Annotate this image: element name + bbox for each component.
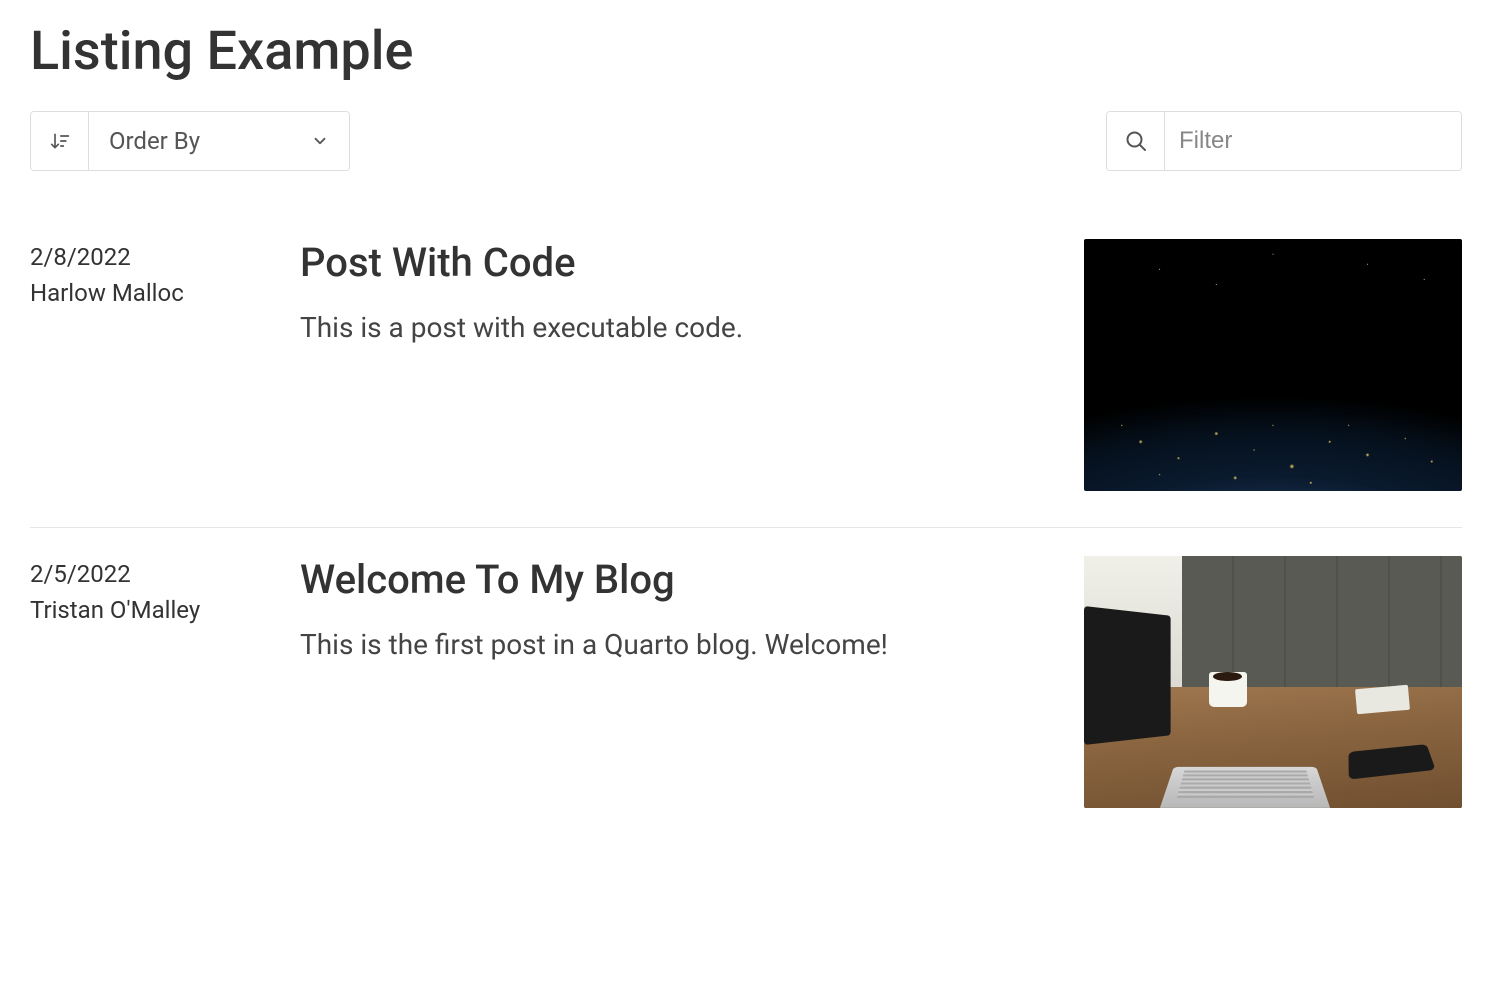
search-icon <box>1124 129 1148 153</box>
post-item[interactable]: 2/8/2022 Harlow Malloc Post With Code Th… <box>30 211 1462 528</box>
sort-button[interactable] <box>31 112 89 170</box>
chevron-down-icon <box>311 132 329 150</box>
post-thumbnail <box>1084 556 1462 808</box>
order-by-group: Order By <box>30 111 350 171</box>
post-thumbnail <box>1084 239 1462 491</box>
earth-image <box>1084 239 1462 491</box>
post-list: 2/8/2022 Harlow Malloc Post With Code Th… <box>30 211 1462 844</box>
post-body: Post With Code This is a post with execu… <box>300 239 1064 491</box>
order-by-label: Order By <box>109 127 200 155</box>
post-title: Post With Code <box>300 239 1034 286</box>
filter-group <box>1106 111 1462 171</box>
filter-input[interactable] <box>1165 112 1461 170</box>
post-item[interactable]: 2/5/2022 Tristan O'Malley Welcome To My … <box>30 528 1462 844</box>
sort-icon <box>50 131 70 151</box>
desk-image <box>1084 556 1462 808</box>
post-description: This is the first post in a Quarto blog.… <box>300 623 1034 668</box>
search-icon-cell <box>1107 112 1165 170</box>
listing-controls: Order By <box>30 111 1462 171</box>
post-meta: 2/5/2022 Tristan O'Malley <box>30 556 280 808</box>
order-by-select[interactable]: Order By <box>89 112 349 170</box>
post-date: 2/5/2022 <box>30 560 280 588</box>
post-description: This is a post with executable code. <box>300 306 1034 351</box>
post-body: Welcome To My Blog This is the first pos… <box>300 556 1064 808</box>
post-date: 2/8/2022 <box>30 243 280 271</box>
post-author: Tristan O'Malley <box>30 596 280 624</box>
post-author: Harlow Malloc <box>30 279 280 307</box>
post-title: Welcome To My Blog <box>300 556 1034 603</box>
page-title: Listing Example <box>30 20 1462 83</box>
post-meta: 2/8/2022 Harlow Malloc <box>30 239 280 491</box>
